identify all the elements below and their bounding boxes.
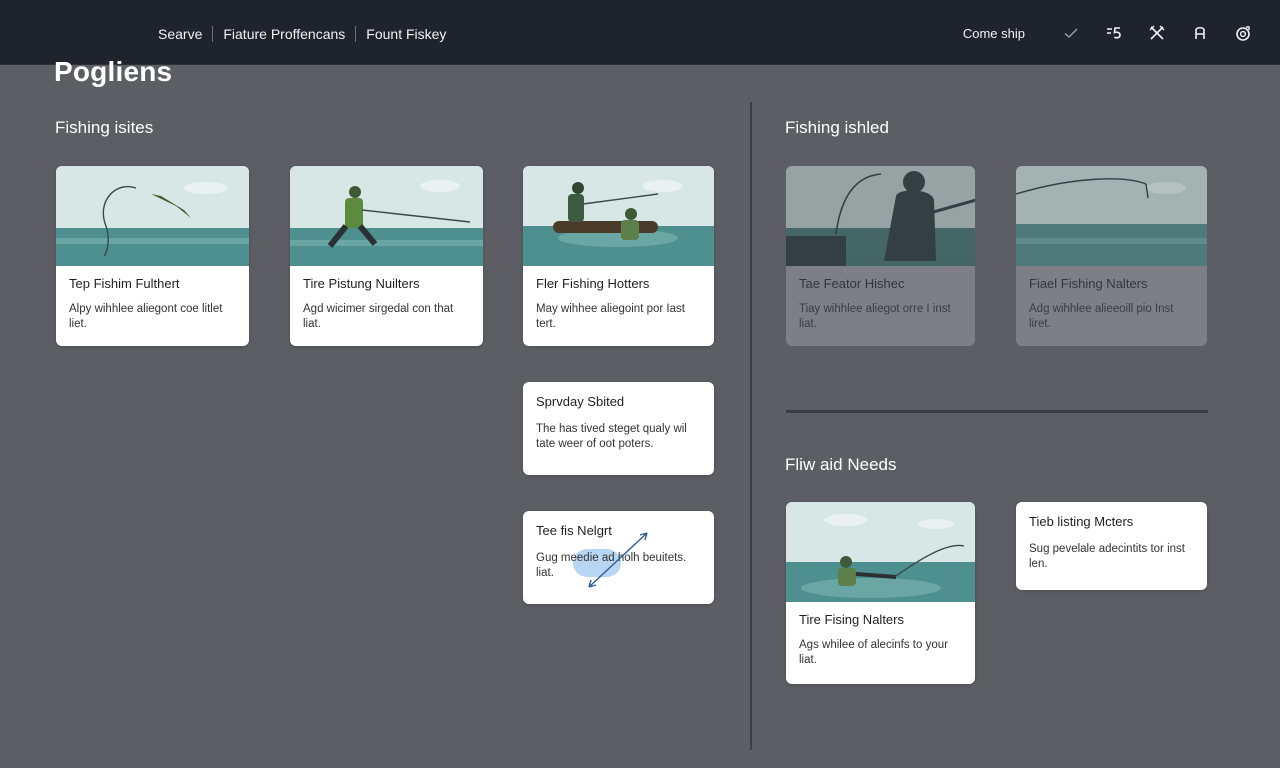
- crossed-tools-icon[interactable]: [1144, 20, 1170, 46]
- card-title: Tire Fising Nalters: [799, 612, 904, 627]
- horizontal-divider: [786, 410, 1208, 413]
- camera-icon[interactable]: [1230, 20, 1256, 46]
- nav-item-searve[interactable]: Searve: [158, 26, 202, 42]
- fishing-card[interactable]: Tae Feator Hishec Tiay wihhlee aliegot o…: [786, 166, 975, 346]
- card-thumbnail: [786, 502, 975, 602]
- text-a-icon[interactable]: [1187, 20, 1213, 46]
- vertical-divider: [750, 102, 752, 750]
- top-nav: Searve Fiature Proffencans Fount Fiskey: [158, 24, 446, 44]
- card-description: Tiay wihhlee aliegot orre I inst liat.: [799, 303, 951, 330]
- check-icon[interactable]: [1058, 20, 1084, 46]
- nav-divider: [212, 26, 214, 42]
- card-title: Tae Feator Hishec: [799, 276, 905, 291]
- card-title: Tep Fishim Fulthert: [69, 276, 180, 291]
- card-thumbnail: [56, 166, 249, 266]
- toolbar: Come ship: [963, 20, 1256, 46]
- fishing-card[interactable]: Tep Fishim Fulthert Alpy wihhlee aliegon…: [56, 166, 249, 346]
- fishing-card[interactable]: Fler Fishing Hotters May wihhee aliegoin…: [523, 166, 714, 346]
- card-title: Sprvday Sbited: [536, 394, 625, 409]
- fishing-card[interactable]: Fiael Fishing Nalters Adg wihhlee alieeo…: [1016, 166, 1207, 346]
- card-description: Alpy wihhlee aliegont coe litlet liet.: [69, 303, 223, 330]
- section-title-fishing-shield: Fishing ishled: [785, 118, 889, 137]
- card-description: May wihhee aliegoint por Iast tert.: [536, 303, 685, 330]
- arrow-annotation-icon: [588, 532, 648, 588]
- card-title: Tieb listing Mcters: [1029, 514, 1134, 529]
- card-description: Ags whilee of alecinfs to your liat.: [799, 639, 948, 666]
- card-title: Tire Pistung Nuilters: [303, 276, 420, 291]
- nav-item-fount-fiskey[interactable]: Fount Fiskey: [366, 26, 446, 42]
- card-title: Fiael Fishing Nalters: [1029, 276, 1148, 291]
- section-title-flow-needs: Fliw aid Needs: [785, 455, 897, 474]
- card-description: Adg wihhlee alieeoill pio Inst liret.: [1029, 303, 1174, 330]
- card-thumbnail: [290, 166, 483, 266]
- card-description: Agd wicimer sirgedal con that liat.: [303, 303, 454, 330]
- card-thumbnail: [786, 166, 975, 266]
- nav-item-feature-professionals[interactable]: Fiature Proffencans: [223, 26, 345, 42]
- info-card[interactable]: Tee fis Nelgrt Gug meedie ad holh beuite…: [523, 511, 714, 604]
- sort-icon[interactable]: [1101, 20, 1127, 46]
- top-bar: Searve Fiature Proffencans Fount Fiskey …: [0, 0, 1280, 65]
- page-title: Pogliens: [54, 56, 173, 87]
- card-thumbnail: [1016, 166, 1207, 266]
- info-card[interactable]: Tieb listing Mcters Sug pevelale adecint…: [1016, 502, 1207, 590]
- card-description: The has tived steget qualy wil tate weer…: [536, 423, 687, 450]
- card-thumbnail: [523, 166, 714, 266]
- fishing-card[interactable]: Tire Fising Nalters Ags whilee of alecin…: [786, 502, 975, 684]
- card-description: Sug pevelale adecintits tor inst len.: [1029, 543, 1185, 570]
- fishing-card[interactable]: Tire Pistung Nuilters Agd wicimer sirged…: [290, 166, 483, 346]
- card-title: Fler Fishing Hotters: [536, 276, 650, 291]
- info-card[interactable]: Sprvday Sbited The has tived steget qual…: [523, 382, 714, 475]
- come-ship-link[interactable]: Come ship: [963, 26, 1025, 41]
- section-title-fishing-sites: Fishing isites: [55, 118, 154, 137]
- nav-divider: [355, 26, 357, 42]
